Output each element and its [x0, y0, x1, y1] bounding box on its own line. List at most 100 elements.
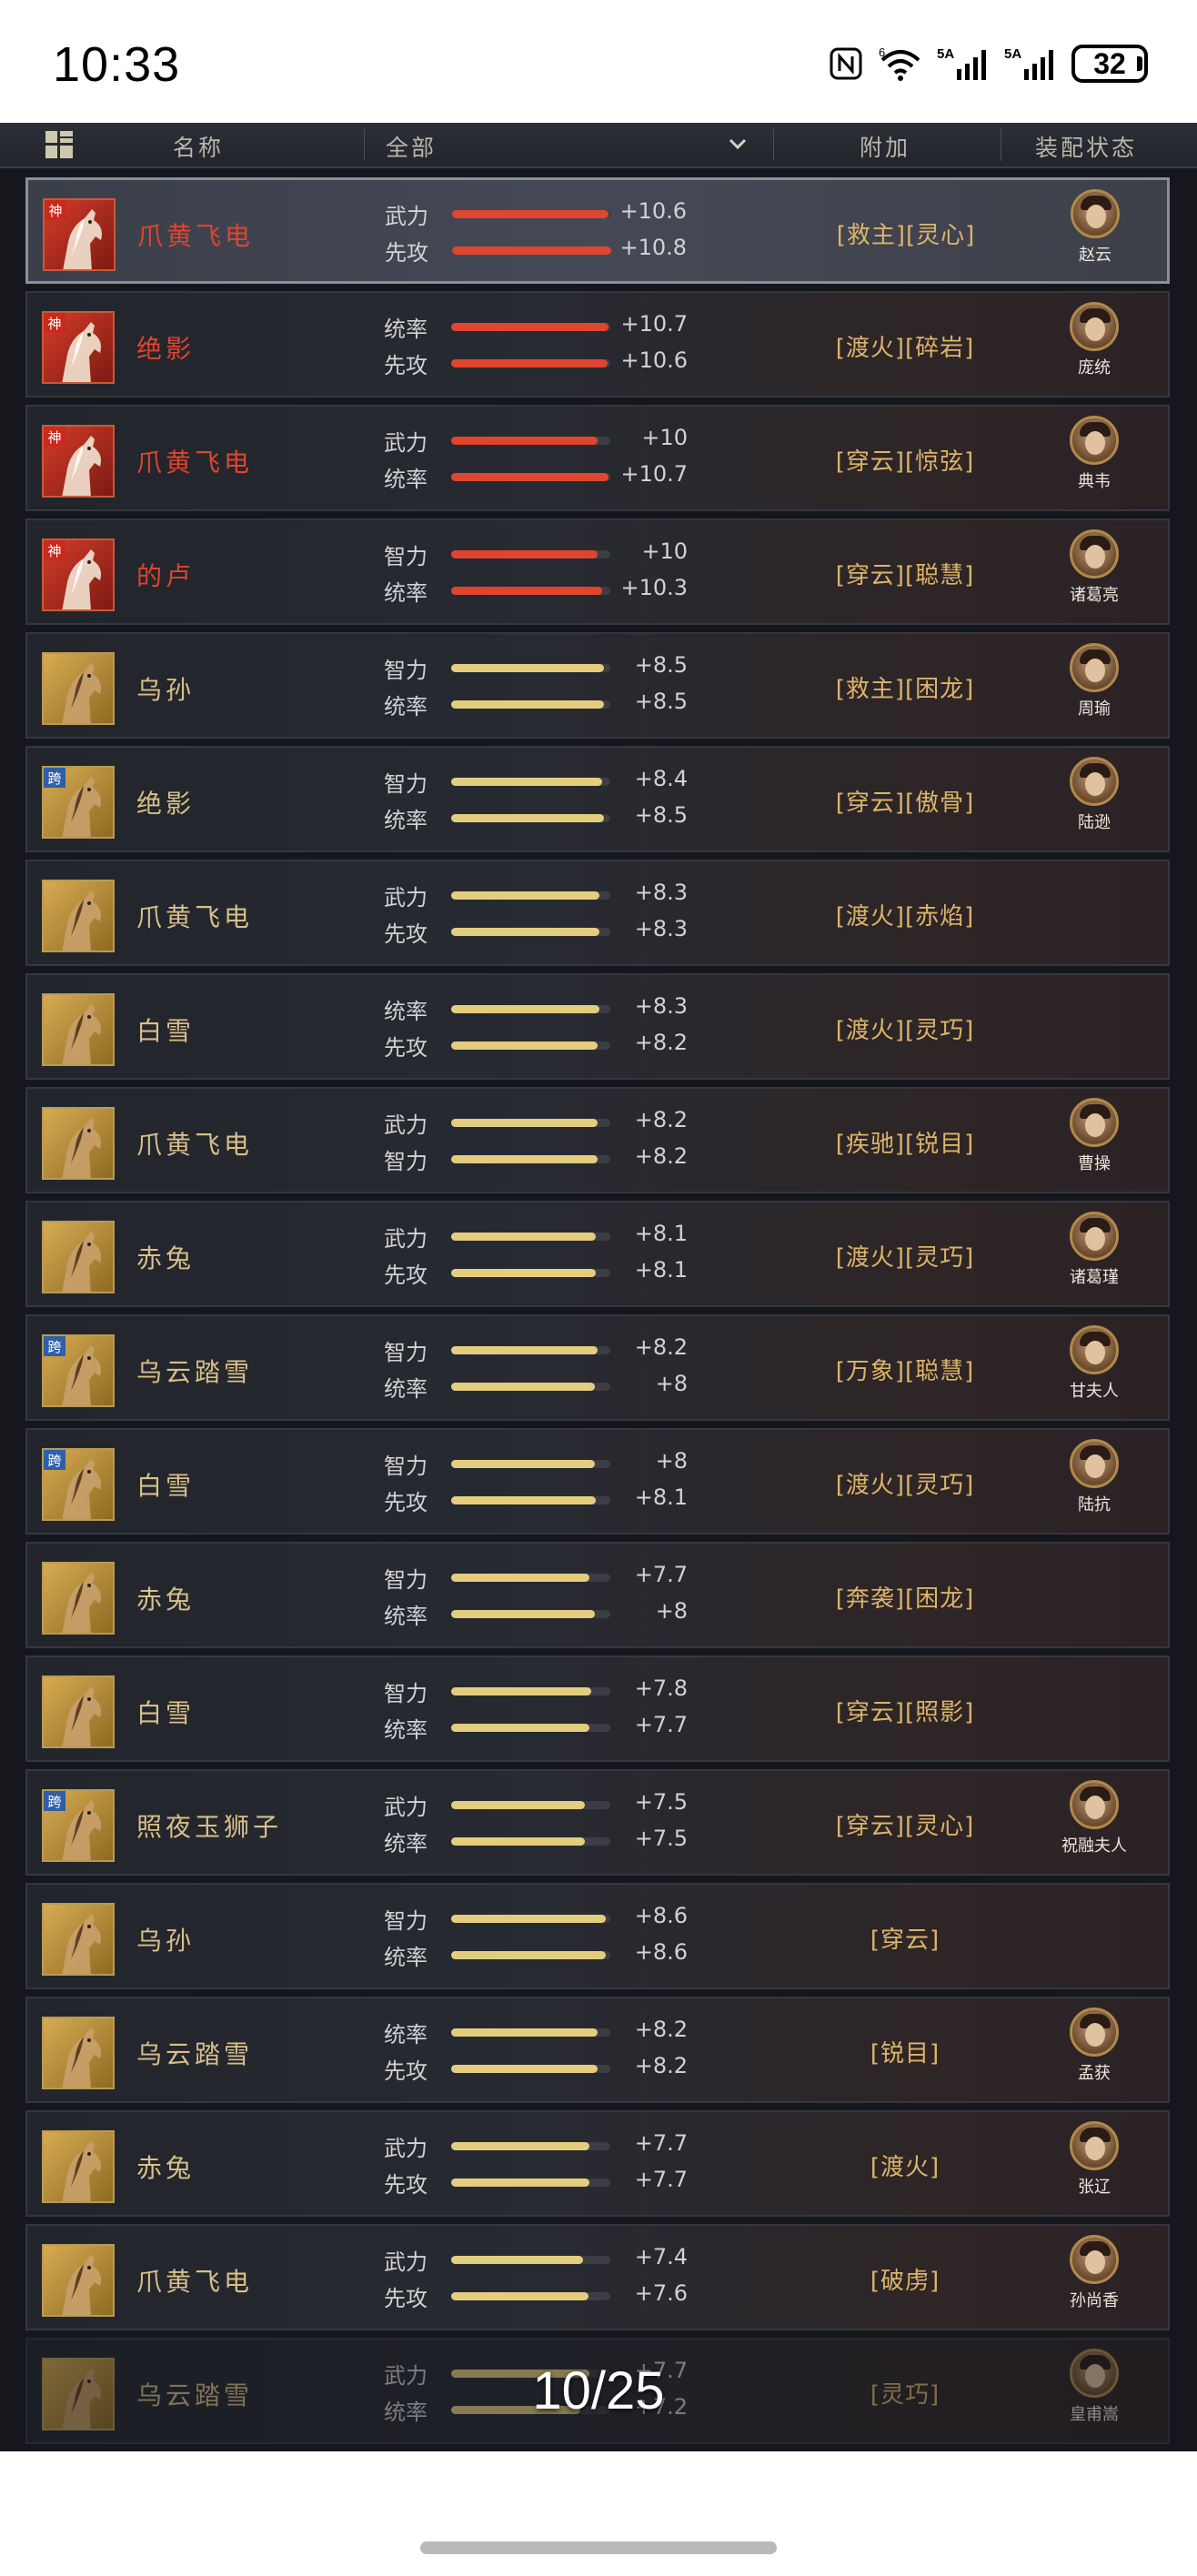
signal-icon-1: 5A	[937, 44, 990, 84]
stat-bar-fill	[451, 814, 604, 822]
equipped-general[interactable]: 曹操	[1053, 1098, 1135, 1189]
horse-row[interactable]: 神的卢 智力 +10 统率 +10.3 [穿云][聪慧] 诸葛亮	[25, 518, 1170, 625]
horse-row[interactable]: 爪黄飞电 武力 +8.3 先攻 +8.3 [渡火][赤焰]	[25, 860, 1170, 966]
stat-bar-fill	[451, 664, 604, 672]
equipped-general[interactable]: 祝融夫人	[1053, 1780, 1135, 1871]
stat-label: 统率	[384, 694, 428, 719]
stat-bar-fill	[451, 359, 608, 367]
horse-portrait	[42, 880, 115, 952]
equipped-general[interactable]: 甘夫人	[1053, 1325, 1135, 1416]
chevron-down-icon[interactable]	[728, 134, 748, 154]
skill-tags: [奔袭][困龙]	[835, 1585, 975, 1613]
horse-row[interactable]: 白雪 智力 +7.8 统率 +7.7 [穿云][照影]	[25, 1655, 1170, 1762]
horse-row[interactable]: 乌孙 智力 +8.6 统率 +8.6 [穿云]	[25, 1883, 1170, 1989]
horse-row[interactable]: 跨照夜玉狮子 武力 +7.5 统率 +7.5 [穿云][灵心] 祝融夫人	[25, 1769, 1170, 1876]
general-avatar[interactable]	[1070, 643, 1119, 692]
equipped-general[interactable]: 张辽	[1053, 2121, 1135, 2212]
equipped-general[interactable]: 诸葛亮	[1053, 529, 1135, 620]
stat-label: 武力	[384, 1112, 428, 1138]
equipped-general[interactable]: 孟获	[1053, 2007, 1135, 2098]
status-icons: 6 5A 5A 32	[828, 44, 1148, 84]
horse-row[interactable]: 跨绝影 智力 +8.4 统率 +8.5 [穿云][傲骨] 陆逊	[25, 746, 1170, 852]
tier-badge: 跨	[44, 1791, 65, 1811]
general-avatar[interactable]	[1070, 416, 1119, 465]
stat-bar	[452, 210, 611, 218]
stat-label: 统率	[384, 1831, 428, 1857]
general-name: 甘夫人	[1070, 1382, 1119, 1401]
stat-bar-fill	[451, 778, 603, 786]
filter-dropdown-label[interactable]: 全部	[386, 130, 437, 163]
horse-row[interactable]: 爪黄飞电 武力 +8.2 智力 +8.2 [疾驰][锐目] 曹操	[25, 1087, 1170, 1193]
general-avatar[interactable]	[1070, 1439, 1119, 1488]
stat-value: +8	[655, 1371, 688, 1396]
skill-tags: [穿云][照影]	[835, 1699, 975, 1726]
stat-bar-fill	[451, 1724, 590, 1732]
equipped-general[interactable]: 陆逊	[1053, 757, 1135, 848]
stat-bar-fill	[451, 700, 604, 709]
stat-value: +7.5	[634, 1789, 688, 1815]
horse-row[interactable]: 跨乌云踏雪 智力 +8.2 统率 +8 [万象][聪慧] 甘夫人	[25, 1314, 1170, 1421]
equipped-general[interactable]: 孙尚香	[1053, 2235, 1135, 2326]
stat-value: +8.6	[634, 1939, 688, 1965]
general-avatar[interactable]	[1070, 529, 1119, 579]
equipped-general[interactable]: 诸葛瑾	[1053, 1212, 1135, 1303]
horse-row[interactable]: 神爪黄飞电 武力 +10 统率 +10.7 [穿云][惊弦] 典韦	[25, 405, 1170, 511]
header-extra[interactable]: 附加	[860, 130, 910, 163]
equipped-general[interactable]: 典韦	[1053, 416, 1135, 507]
tier-badge: 神	[44, 313, 65, 333]
general-avatar[interactable]	[1070, 2007, 1119, 2057]
stat-label: 统率	[384, 1945, 428, 1970]
horse-row[interactable]: 赤兔 武力 +7.7 先攻 +7.7 [渡火] 张辽	[25, 2110, 1170, 2217]
horse-row[interactable]: 乌孙 智力 +8.5 统率 +8.5 [救主][困龙] 周瑜	[25, 632, 1170, 739]
stat-bar-fill	[451, 587, 603, 595]
tier-badge: 神	[44, 540, 65, 560]
stat-bar-fill	[451, 2179, 590, 2187]
horse-row[interactable]: 赤兔 武力 +8.1 先攻 +8.1 [渡火][灵巧] 诸葛瑾	[25, 1201, 1170, 1307]
home-indicator[interactable]	[420, 2541, 777, 2554]
stat-bar	[452, 247, 611, 255]
skill-tags: [疾驰][锐目]	[835, 1131, 975, 1158]
skill-tags: [渡火][碎岩]	[835, 335, 975, 362]
general-avatar[interactable]	[1070, 1098, 1119, 1147]
skill-tags: [穿云][聪慧]	[835, 562, 975, 589]
general-avatar[interactable]	[1070, 757, 1119, 806]
horse-name: 赤兔	[136, 1585, 196, 1615]
general-avatar[interactable]	[1070, 1780, 1119, 1829]
general-avatar[interactable]	[1070, 2121, 1119, 2170]
header-equip-status[interactable]: 装配状态	[1035, 130, 1137, 163]
horse-name: 爪黄飞电	[136, 448, 254, 478]
equipped-general[interactable]: 赵云	[1054, 189, 1136, 280]
stat-bar	[451, 2292, 610, 2300]
stat-value: +7.7	[634, 1562, 688, 1587]
horse-portrait	[42, 1903, 115, 1976]
horse-row[interactable]: 乌云踏雪 统率 +8.2 先攻 +8.2 [锐目] 孟获	[25, 1997, 1170, 2103]
equipped-general[interactable]: 陆抗	[1053, 1439, 1135, 1530]
skill-tags: [穿云][傲骨]	[835, 790, 975, 817]
horse-row[interactable]: 白雪 统率 +8.3 先攻 +8.2 [渡火][灵巧]	[25, 973, 1170, 1080]
skill-tags: [渡火]	[870, 2154, 940, 2181]
horse-row[interactable]: 神爪黄飞电 武力 +10.6 先攻 +10.8 [救主][灵心] 赵云	[25, 177, 1170, 284]
general-avatar[interactable]	[1070, 2235, 1119, 2284]
header-name[interactable]: 名称	[173, 130, 224, 163]
stat-label: 智力	[384, 1454, 428, 1479]
horse-row[interactable]: 赤兔 智力 +7.7 统率 +8 [奔袭][困龙]	[25, 1542, 1170, 1648]
horse-row[interactable]: 神绝影 统率 +10.7 先攻 +10.6 [渡火][碎岩] 庞统	[25, 291, 1170, 397]
general-avatar[interactable]	[1070, 1325, 1119, 1374]
equipped-general[interactable]: 周瑜	[1053, 643, 1135, 734]
stat-bar	[451, 1005, 610, 1013]
stat-label: 智力	[384, 1567, 428, 1593]
layout-toggle-icon[interactable]	[45, 131, 73, 158]
stat-value: +7.6	[634, 2280, 688, 2306]
horse-row[interactable]: 跨白雪 智力 +8 先攻 +8.1 [渡火][灵巧] 陆抗	[25, 1428, 1170, 1535]
general-avatar[interactable]	[1071, 189, 1120, 238]
stat-label: 先攻	[384, 921, 428, 947]
equipped-general[interactable]: 庞统	[1053, 302, 1135, 393]
horse-portrait	[42, 1675, 115, 1748]
skill-tags: [渡火][灵巧]	[835, 1472, 975, 1499]
general-avatar[interactable]	[1070, 302, 1119, 351]
horse-portrait: 跨	[42, 1448, 115, 1521]
general-avatar[interactable]	[1070, 1212, 1119, 1261]
horse-row[interactable]: 爪黄飞电 武力 +7.4 先攻 +7.6 [破虏] 孙尚香	[25, 2224, 1170, 2330]
horse-list-panel: 名称 全部 附加 装配状态 神爪黄飞电 武力 +10.6 先攻 +10.8 [救主][灵心…	[0, 123, 1197, 2451]
stat-value: +8.3	[634, 880, 688, 905]
